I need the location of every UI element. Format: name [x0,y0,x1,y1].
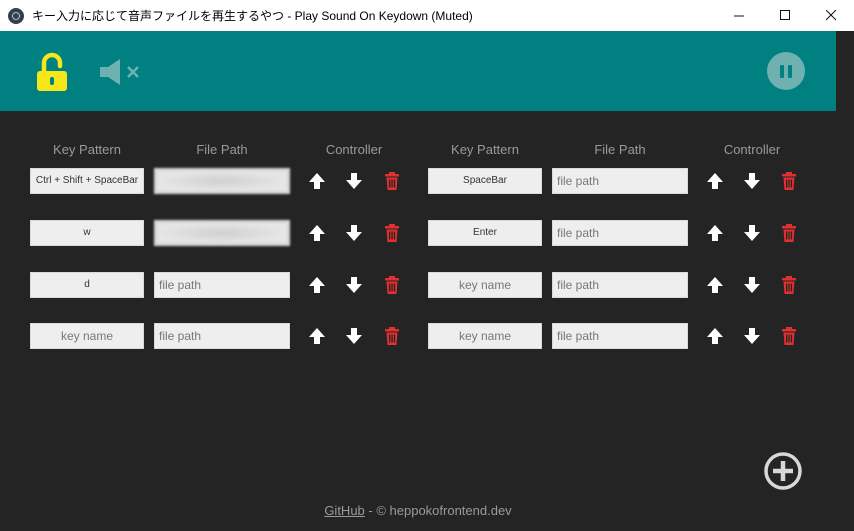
delete-row-button[interactable] [382,223,402,243]
delete-row-button[interactable] [382,326,402,346]
arrow-up-icon [309,277,325,293]
arrow-down-icon [346,328,362,344]
key-pattern-input[interactable]: key name [428,323,542,349]
column-header-file-path: File Path [196,142,248,157]
close-icon [825,10,836,21]
file-path-input[interactable]: file path [552,272,688,298]
speaker-muted-icon[interactable] [100,59,144,85]
delete-row-button[interactable] [382,275,402,295]
pause-button[interactable] [767,52,805,90]
arrow-up-icon [309,173,325,189]
file-path-input[interactable] [154,220,290,246]
copyright-text: - © heppokofrontend.dev [364,503,512,518]
window-titlebar: キー入力に応じて音声ファイルを再生するやつ - Play Sound On Ke… [0,0,854,32]
app-header [0,31,836,111]
delete-row-button[interactable] [779,223,799,243]
trash-icon [385,172,399,190]
minimize-button[interactable] [716,0,762,31]
trash-icon [385,224,399,242]
key-pattern-input[interactable]: SpaceBar [428,168,542,194]
move-down-button[interactable] [344,223,364,243]
window-title: キー入力に応じて音声ファイルを再生するやつ - Play Sound On Ke… [32,9,473,23]
file-path-input[interactable]: file path [552,220,688,246]
move-down-button[interactable] [344,275,364,295]
move-up-button[interactable] [307,326,327,346]
trash-icon [782,224,796,242]
arrow-down-icon [346,173,362,189]
move-down-button[interactable] [344,326,364,346]
arrow-down-icon [744,328,760,344]
maximize-icon [779,10,790,20]
delete-row-button[interactable] [779,326,799,346]
close-button[interactable] [808,0,854,31]
arrow-up-icon [707,225,723,241]
move-up-button[interactable] [705,326,725,346]
column-header-controller: Controller [723,142,781,157]
column-header-controller: Controller [325,142,383,157]
move-down-button[interactable] [742,275,762,295]
delete-row-button[interactable] [779,275,799,295]
footer: GitHub - © heppokofrontend.dev [0,503,836,518]
move-up-button[interactable] [705,275,725,295]
trash-icon [782,276,796,294]
move-down-button[interactable] [742,171,762,191]
key-pattern-input[interactable]: key name [428,272,542,298]
arrow-up-icon [707,328,723,344]
move-down-button[interactable] [344,171,364,191]
file-path-input[interactable]: file path [154,272,290,298]
maximize-button[interactable] [762,0,808,31]
trash-icon [782,172,796,190]
move-down-button[interactable] [742,223,762,243]
github-link[interactable]: GitHub [324,503,364,518]
file-path-input[interactable]: file path [154,323,290,349]
arrow-up-icon [707,277,723,293]
key-pattern-input[interactable]: w [30,220,144,246]
trash-icon [782,327,796,345]
column-header-key-pattern: Key Pattern [53,142,121,157]
move-up-button[interactable] [705,171,725,191]
arrow-up-icon [309,225,325,241]
scrollbar-track [836,31,854,531]
arrow-up-icon [707,173,723,189]
file-path-input[interactable] [154,168,290,194]
arrow-down-icon [744,277,760,293]
arrow-down-icon [346,277,362,293]
delete-row-button[interactable] [382,171,402,191]
trash-icon [385,276,399,294]
file-path-input[interactable]: file path [552,323,688,349]
column-header-file-path: File Path [594,142,646,157]
key-pattern-input[interactable]: key name [30,323,144,349]
app-icon [8,7,24,24]
move-down-button[interactable] [742,326,762,346]
arrow-down-icon [744,173,760,189]
delete-row-button[interactable] [779,171,799,191]
pause-icon [780,64,784,78]
file-path-input[interactable]: file path [552,168,688,194]
trash-icon [385,327,399,345]
arrow-down-icon [744,225,760,241]
unlocked-padlock-icon[interactable] [36,52,68,92]
key-pattern-input[interactable]: Enter [428,220,542,246]
arrow-up-icon [309,328,325,344]
key-pattern-input[interactable]: Ctrl + Shift + SpaceBar [30,168,144,194]
window-controls [716,0,854,31]
move-up-button[interactable] [307,171,327,191]
add-row-button[interactable] [763,451,803,491]
column-header-key-pattern: Key Pattern [451,142,519,157]
move-up-button[interactable] [307,275,327,295]
key-pattern-input[interactable]: d [30,272,144,298]
arrow-down-icon [346,225,362,241]
move-up-button[interactable] [705,223,725,243]
minimize-icon [733,15,744,17]
move-up-button[interactable] [307,223,327,243]
